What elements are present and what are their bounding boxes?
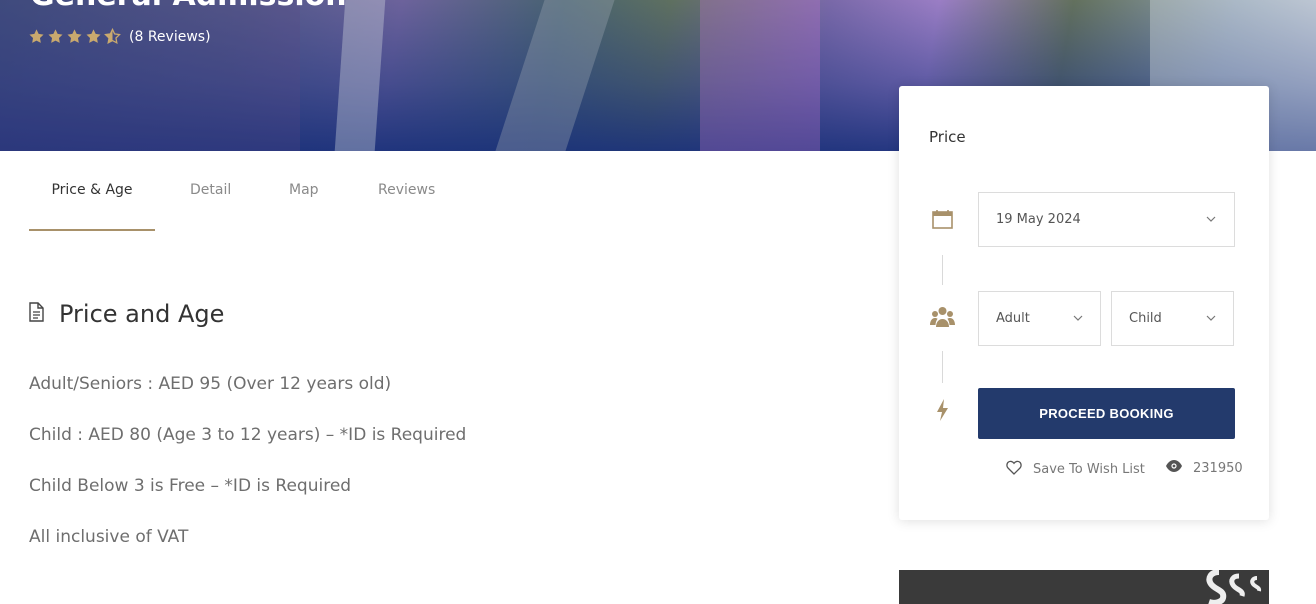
connector-line bbox=[942, 255, 943, 285]
star-icon bbox=[47, 28, 64, 45]
section-header: Price and Age bbox=[28, 300, 224, 328]
page-title: General Admission bbox=[30, 0, 347, 13]
star-half-icon bbox=[104, 28, 121, 45]
heart-icon bbox=[1006, 460, 1033, 479]
calendar-icon bbox=[932, 209, 953, 229]
promo-banner bbox=[899, 570, 1269, 604]
price-line: Adult/Seniors : AED 95 (Over 12 years ol… bbox=[29, 374, 392, 394]
tab-bar: Price & Age Detail Map Reviews bbox=[29, 176, 889, 232]
adult-select[interactable]: Adult bbox=[978, 291, 1101, 346]
price-line: Child Below 3 is Free – *ID is Required bbox=[29, 476, 352, 496]
tab-price-age[interactable]: Price & Age bbox=[29, 176, 155, 231]
price-info-list: Adult/Seniors : AED 95 (Over 12 years ol… bbox=[29, 372, 466, 576]
star-icon bbox=[66, 28, 83, 45]
hero-image-decor bbox=[0, 0, 300, 151]
connector-line bbox=[942, 351, 943, 383]
proceed-booking-button[interactable]: PROCEED BOOKING bbox=[978, 388, 1235, 439]
price-line: Child : AED 80 (Age 3 to 12 years) – *ID… bbox=[29, 425, 467, 445]
tab-map[interactable]: Map bbox=[289, 176, 319, 231]
eye-icon bbox=[1166, 460, 1193, 476]
booking-title: Price bbox=[929, 128, 966, 146]
save-to-wishlist[interactable]: Save To Wish List bbox=[1006, 460, 1145, 479]
chevron-down-icon bbox=[1073, 312, 1083, 322]
child-value: Child bbox=[1129, 311, 1162, 326]
price-line: All inclusive of VAT bbox=[29, 527, 189, 547]
hero-image-decor bbox=[700, 0, 820, 151]
hero-image-decor bbox=[495, 0, 615, 151]
hero-image-decor bbox=[334, 0, 386, 151]
lightning-icon bbox=[936, 399, 949, 421]
group-icon bbox=[930, 306, 955, 328]
adult-value: Adult bbox=[996, 311, 1030, 326]
rating: (8 Reviews) bbox=[28, 28, 211, 45]
date-value: 19 May 2024 bbox=[996, 212, 1081, 227]
brand-logo-fragment bbox=[1206, 570, 1262, 604]
views-count: 231950 bbox=[1166, 460, 1243, 476]
star-icon bbox=[28, 28, 45, 45]
tab-detail[interactable]: Detail bbox=[190, 176, 231, 231]
chevron-down-icon bbox=[1206, 213, 1216, 223]
wishlist-label: Save To Wish List bbox=[1033, 462, 1145, 477]
child-select[interactable]: Child bbox=[1111, 291, 1234, 346]
document-icon bbox=[28, 302, 44, 326]
booking-card: Price 19 May 2024 Adult Child PROCEED BO… bbox=[899, 86, 1269, 520]
date-select[interactable]: 19 May 2024 bbox=[978, 192, 1235, 247]
reviews-count[interactable]: (8 Reviews) bbox=[129, 29, 211, 45]
chevron-down-icon bbox=[1206, 312, 1216, 322]
views-value: 231950 bbox=[1193, 460, 1243, 476]
tab-reviews[interactable]: Reviews bbox=[378, 176, 435, 231]
section-title: Price and Age bbox=[59, 300, 225, 328]
star-icon bbox=[85, 28, 102, 45]
